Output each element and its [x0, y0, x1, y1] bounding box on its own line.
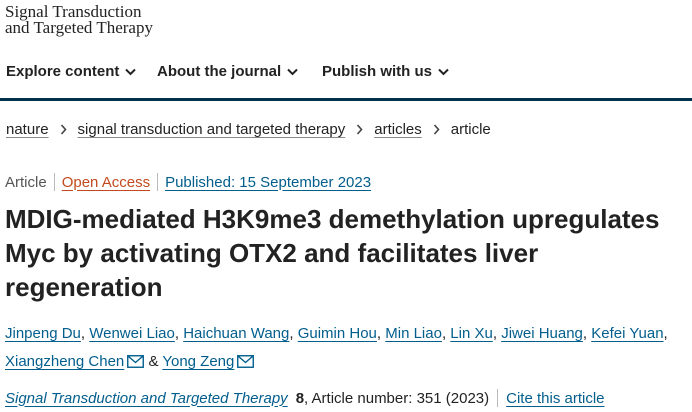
volume-number: 8	[295, 389, 305, 407]
article-title: MDIG-mediated H3K9me3 demethylation upre…	[5, 204, 660, 302]
breadcrumb-current: article	[450, 121, 491, 138]
citation-line: Signal Transduction and Targeted Therapy…	[5, 389, 605, 407]
author-link[interactable]: Wenwei Liao	[89, 325, 175, 342]
author-link[interactable]: Guimin Hou	[298, 325, 377, 342]
article-number: , Article number: 351 (2023)	[304, 389, 490, 407]
chevron-right-icon	[356, 124, 363, 135]
chevron-right-icon	[433, 124, 440, 135]
nav-explore-content[interactable]: Explore content	[6, 63, 137, 80]
meta-divider	[157, 173, 159, 191]
article-type: Article	[5, 173, 47, 191]
chevron-down-icon	[125, 68, 137, 75]
breadcrumb-link-articles[interactable]: articles	[374, 121, 422, 138]
mail-icon[interactable]	[127, 355, 145, 368]
nav-about-journal[interactable]: About the journal	[157, 63, 298, 80]
chevron-down-icon	[287, 68, 298, 75]
main-navigation: Explore content About the journal Publis…	[0, 59, 692, 87]
author-link[interactable]: Kefei Yuan	[591, 325, 663, 342]
author-list: Jinpeng Du, Wenwei Liao, Haichuan Wang, …	[5, 325, 668, 370]
nav-about-journal-label: About the journal	[157, 63, 282, 80]
meta-divider	[53, 173, 55, 191]
chevron-down-icon	[438, 68, 449, 75]
nav-publish-with-us-label: Publish with us	[322, 63, 433, 80]
published-date-link[interactable]: Published: 15 September 2023	[165, 174, 371, 191]
author-joiner: &	[148, 353, 159, 370]
author-link[interactable]: Xiangzheng Chen	[5, 353, 124, 370]
breadcrumb-link-journal[interactable]: signal transduction and targeted therapy	[78, 121, 346, 138]
author-link[interactable]: Yong Zeng	[162, 353, 234, 370]
nav-publish-with-us[interactable]: Publish with us	[322, 63, 449, 80]
mail-icon[interactable]	[237, 355, 255, 368]
open-access-link[interactable]: Open Access	[62, 174, 150, 191]
nav-explore-content-label: Explore content	[6, 63, 120, 80]
article-meta: Article Open Access Published: 15 Septem…	[5, 173, 371, 191]
author-link[interactable]: Haichuan Wang	[183, 325, 289, 342]
citation-divider	[497, 389, 499, 407]
author-link[interactable]: Lin Xu	[450, 325, 493, 342]
journal-name-link[interactable]: Signal Transduction and Targeted Therapy	[5, 390, 288, 407]
header-accent-bar	[0, 98, 692, 101]
author-link[interactable]: Min Liao	[385, 325, 442, 342]
author-link[interactable]: Jinpeng Du	[5, 325, 81, 342]
breadcrumb: nature signal transduction and targeted …	[6, 121, 491, 138]
journal-logo[interactable]: Signal Transduction and Targeted Therapy	[5, 3, 153, 37]
author-link[interactable]: Jiwei Huang	[501, 325, 583, 342]
breadcrumb-link-nature[interactable]: nature	[6, 121, 49, 138]
cite-this-article-link[interactable]: Cite this article	[506, 390, 604, 407]
logo-line-2: and Targeted Therapy	[5, 18, 153, 37]
chevron-right-icon	[60, 124, 67, 135]
